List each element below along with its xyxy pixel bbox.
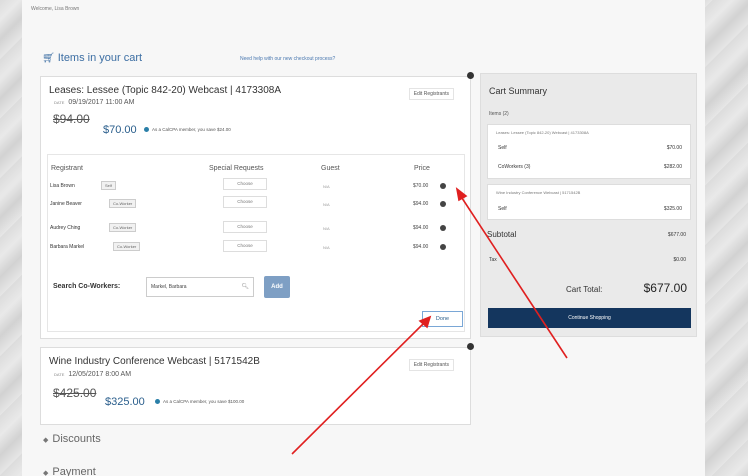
- subtotal-value: $677.00: [667, 232, 686, 238]
- registrant-type-badge: Co-Worker: [113, 242, 141, 251]
- summary-line-value: $70.00: [666, 145, 682, 151]
- checkout-help-link[interactable]: Need help with our new checkout process?: [240, 56, 335, 62]
- edit-registrants-button[interactable]: Edit Registrants: [408, 88, 454, 100]
- date-value: 09/19/2017 11:00 AM: [68, 99, 135, 106]
- remove-registrant-icon[interactable]: [440, 225, 446, 231]
- discounts-section[interactable]: ◆ Discounts: [43, 433, 101, 445]
- remove-registrant-icon[interactable]: [440, 244, 446, 250]
- registrant-type-badge: Self: [101, 181, 116, 190]
- col-guest: Guest: [321, 165, 340, 172]
- tax-label: Tax: [489, 257, 497, 263]
- cart-total-value: $677.00: [643, 281, 687, 295]
- original-price: $425.00: [53, 386, 97, 400]
- special-requests-select[interactable]: Choose: [223, 240, 267, 252]
- cart-summary-panel: Cart Summary Items (2) Leases: Lessee (T…: [480, 73, 697, 337]
- date-value: 12/05/2017 8:00 AM: [68, 371, 132, 378]
- registrant-price: $94.00: [413, 201, 429, 207]
- registrant-type-badge: Co-Worker: [109, 199, 137, 208]
- subtotal-label: Subtotal: [487, 230, 517, 239]
- special-requests-select[interactable]: Choose: [223, 221, 267, 233]
- payment-section[interactable]: ◆ Payment: [43, 466, 96, 476]
- cart-icon: 🛒︎: [42, 53, 55, 64]
- guest-value: N/A: [323, 226, 330, 231]
- col-price: Price: [414, 165, 430, 172]
- registrant-name: Barbara Markel: [50, 244, 85, 250]
- member-savings-text: As a CalCPA member, you save $24.00: [152, 127, 231, 132]
- date-label: DATE: [54, 372, 65, 377]
- item-date: DATE 12/05/2017 8:00 AM: [54, 371, 131, 378]
- cart-title: 🛒︎ Items in your cart: [42, 52, 142, 64]
- summary-item-title: Wine Industry Conference Webcast | 51715…: [496, 190, 581, 195]
- item-title: Leases: Lessee (Topic 842-20) Webcast | …: [49, 85, 282, 96]
- discounts-label: Discounts: [52, 433, 101, 445]
- edit-registrants-button[interactable]: Edit Registrants: [408, 359, 454, 371]
- summary-items-count: Items (2): [489, 111, 509, 117]
- col-special-requests: Special Requests: [209, 165, 264, 172]
- original-price: $94.00: [53, 112, 90, 126]
- search-coworkers-label: Search Co-Workers:: [53, 283, 121, 290]
- info-dot-icon: [144, 127, 149, 133]
- cart-total-label: Cart Total:: [566, 285, 603, 294]
- registrant-price: $94.00: [413, 225, 429, 231]
- remove-registrant-icon[interactable]: [440, 183, 446, 189]
- add-coworker-button[interactable]: Add: [264, 276, 290, 298]
- cart-summary-title: Cart Summary: [489, 86, 548, 96]
- search-coworkers-input[interactable]: Markel, Barbara 🔍︎: [146, 277, 254, 297]
- done-button[interactable]: Done: [422, 311, 463, 327]
- cart-title-label: Items in your cart: [57, 52, 143, 64]
- remove-registrant-icon[interactable]: [440, 201, 446, 207]
- welcome-text: Welcome, Lisa Brown: [31, 6, 80, 12]
- item-date: DATE 09/19/2017 11:00 AM: [54, 99, 134, 106]
- guest-value: N/A: [323, 184, 330, 189]
- member-price: $70.00: [103, 124, 137, 136]
- summary-item-box: Leases: Lessee (Topic 842-20) Webcast | …: [487, 124, 691, 179]
- member-price: $325.00: [105, 396, 145, 408]
- registrant-type-badge: Co-Worker: [109, 223, 137, 232]
- cart-item-card-wine: Wine Industry Conference Webcast | 51715…: [40, 347, 471, 425]
- payment-label: Payment: [52, 466, 96, 476]
- remove-item-icon[interactable]: [467, 72, 474, 79]
- info-dot-icon: [155, 399, 160, 405]
- remove-item-icon[interactable]: [467, 343, 474, 350]
- col-registrant: Registrant: [51, 165, 83, 172]
- member-savings-note: As a CalCPA member, you save $100.00: [155, 399, 245, 405]
- summary-line-label: Self: [498, 206, 507, 212]
- member-savings-text: As a CalCPA member, you save $100.00: [163, 399, 245, 404]
- registrant-price: $70.00: [413, 183, 429, 189]
- special-requests-select[interactable]: Choose: [223, 178, 267, 190]
- date-label: DATE: [54, 100, 65, 105]
- summary-item-box: Wine Industry Conference Webcast | 51715…: [487, 184, 691, 220]
- registrant-name: Lisa Brown: [50, 183, 75, 189]
- registrant-name: Janine Beaver: [50, 201, 82, 207]
- tax-value: $0.00: [673, 257, 686, 263]
- search-icon: 🔍︎: [241, 284, 249, 290]
- item-title: Wine Industry Conference Webcast | 51715…: [49, 356, 260, 367]
- search-coworkers-value: Markel, Barbara: [151, 284, 187, 290]
- registrant-price: $94.00: [413, 244, 429, 250]
- summary-line-label: CoWorkers (3): [498, 164, 531, 170]
- guest-value: N/A: [323, 245, 330, 250]
- summary-line-value: $325.00: [663, 206, 682, 212]
- registrant-name: Audrey Ching: [50, 225, 81, 231]
- tag-icon: ◆: [43, 470, 49, 476]
- cart-item-card-leases: Leases: Lessee (Topic 842-20) Webcast | …: [40, 76, 471, 339]
- member-savings-note: As a CalCPA member, you save $24.00: [144, 127, 231, 133]
- special-requests-select[interactable]: Choose: [223, 196, 267, 208]
- summary-item-title: Leases: Lessee (Topic 842-20) Webcast | …: [496, 130, 589, 135]
- summary-line-label: Self: [498, 145, 507, 151]
- summary-line-value: $282.00: [663, 164, 682, 170]
- tag-icon: ◆: [43, 437, 49, 444]
- continue-shopping-button[interactable]: Continue Shopping: [488, 308, 691, 328]
- guest-value: N/A: [323, 202, 330, 207]
